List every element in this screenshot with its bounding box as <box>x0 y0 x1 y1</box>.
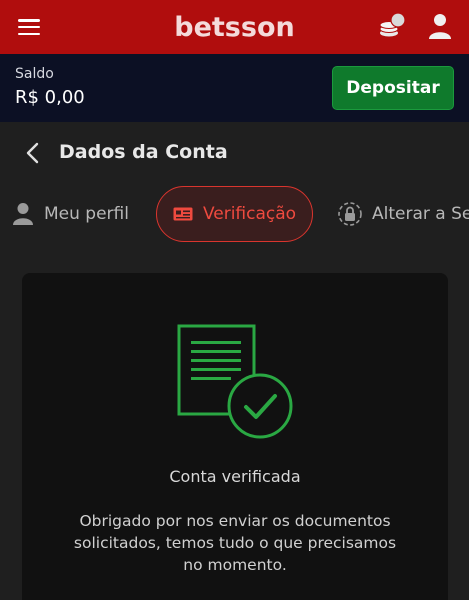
tab-meu-perfil[interactable]: Meu perfil <box>12 186 129 242</box>
brand-logo[interactable]: betsson <box>174 12 294 43</box>
verification-card: Conta verificada Obrigado por nos enviar… <box>22 273 448 600</box>
coins-icon[interactable] <box>378 11 408 41</box>
id-card-icon <box>173 207 193 221</box>
page-header: Dados da Conta <box>0 122 469 186</box>
tab-alterar-senha[interactable]: Alterar a Senha <box>338 186 469 242</box>
tab-label: Verificação <box>202 204 297 224</box>
person-icon <box>13 203 33 225</box>
deposit-button[interactable]: Depositar <box>332 66 454 110</box>
page-title: Dados da Conta <box>59 141 228 163</box>
balance-bar: Saldo R$ 0,00 Depositar <box>0 54 469 122</box>
document-check-icon <box>177 324 293 439</box>
verification-message: Obrigado por nos enviar os documentos so… <box>73 512 397 574</box>
app-header: betsson <box>0 0 469 54</box>
tab-verificacao[interactable]: Verificação <box>156 186 313 242</box>
user-icon[interactable] <box>427 12 453 40</box>
balance-label: Saldo <box>15 66 54 82</box>
account-tabs: Meu perfil Verificação Alterar a Senha <box>0 186 469 244</box>
lock-icon <box>338 202 362 226</box>
tab-label: Alterar a Senha <box>372 204 469 224</box>
tab-label: Meu perfil <box>44 204 129 224</box>
balance-value: R$ 0,00 <box>15 87 85 108</box>
hamburger-menu-icon[interactable] <box>18 17 40 37</box>
verification-title: Conta verificada <box>169 467 301 486</box>
chevron-left-icon[interactable] <box>24 142 42 164</box>
